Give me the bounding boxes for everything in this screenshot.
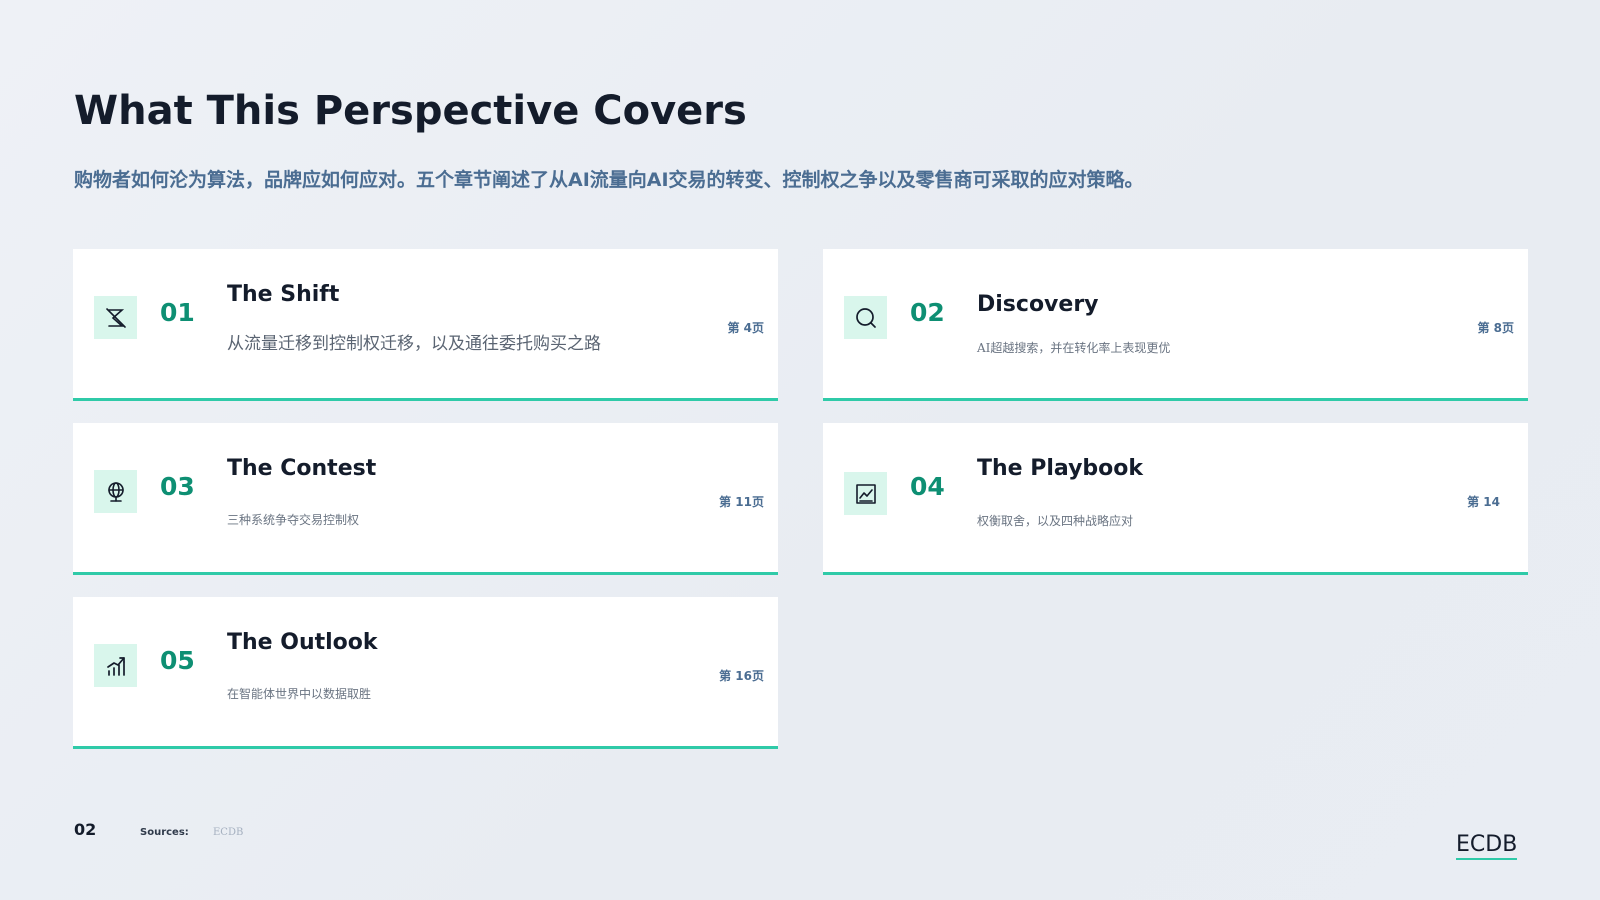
chapter-page-ref: 第 14 [1467,495,1500,509]
chapter-description: 从流量迁移到控制权迁移，以及通往委托购买之路 [227,334,601,354]
page-title: What This Perspective Covers [74,88,747,134]
growth-chart-icon [94,644,137,687]
search-icon [844,296,887,339]
chapter-description: 在智能体世界中以数据取胜 [227,687,372,701]
chapter-title: The Shift [227,282,340,307]
chapter-title: The Outlook [227,630,378,655]
chapter-title: Discovery [977,292,1099,317]
ecdb-logo: ECDB [1456,832,1518,860]
chapter-number: 01 [160,298,195,327]
globe-icon [94,470,137,513]
chapter-page-ref: 第 16页 [719,669,764,683]
chapter-description: AI超越搜索，并在转化率上表现更优 [977,341,1171,355]
chapter-description: 三种系统争夺交易控制权 [227,513,360,527]
chapter-page-ref: 第 11页 [719,495,764,509]
chapter-title: The Contest [227,456,377,481]
chapter-card-02[interactable]: 02 Discovery AI超越搜索，并在转化率上表现更优 第 8页 [823,249,1528,401]
sources-value: ECDB [213,827,244,838]
chapter-page-ref: 第 4页 [727,321,764,335]
sources-label: Sources: [140,827,189,838]
chapter-page-ref: 第 8页 [1477,321,1514,335]
chapter-number: 02 [910,298,945,327]
chapter-title: The Playbook [977,456,1144,481]
chapter-card-05[interactable]: 05 The Outlook 在智能体世界中以数据取胜 第 16页 [73,597,778,749]
chapter-number: 05 [160,646,195,675]
chapter-card-03[interactable]: 03 The Contest 三种系统争夺交易控制权 第 11页 [73,423,778,575]
chapter-card-01[interactable]: 01 The Shift 从流量迁移到控制权迁移，以及通往委托购买之路 第 4页 [73,249,778,401]
page-subtitle: 购物者如何沦为算法，品牌应如何应对。五个章节阐述了从AI流量向AI交易的转变、控… [74,169,1144,191]
chapter-card-04[interactable]: 04 The Playbook 权衡取舍，以及四种战略应对 第 14 [823,423,1528,575]
chart-box-icon [844,472,887,515]
no-signal-icon [94,296,137,339]
chapter-description: 权衡取舍，以及四种战略应对 [977,514,1134,528]
chapter-number: 03 [160,472,195,501]
chapter-number: 04 [910,472,945,501]
slide-page-number: 02 [74,820,97,839]
